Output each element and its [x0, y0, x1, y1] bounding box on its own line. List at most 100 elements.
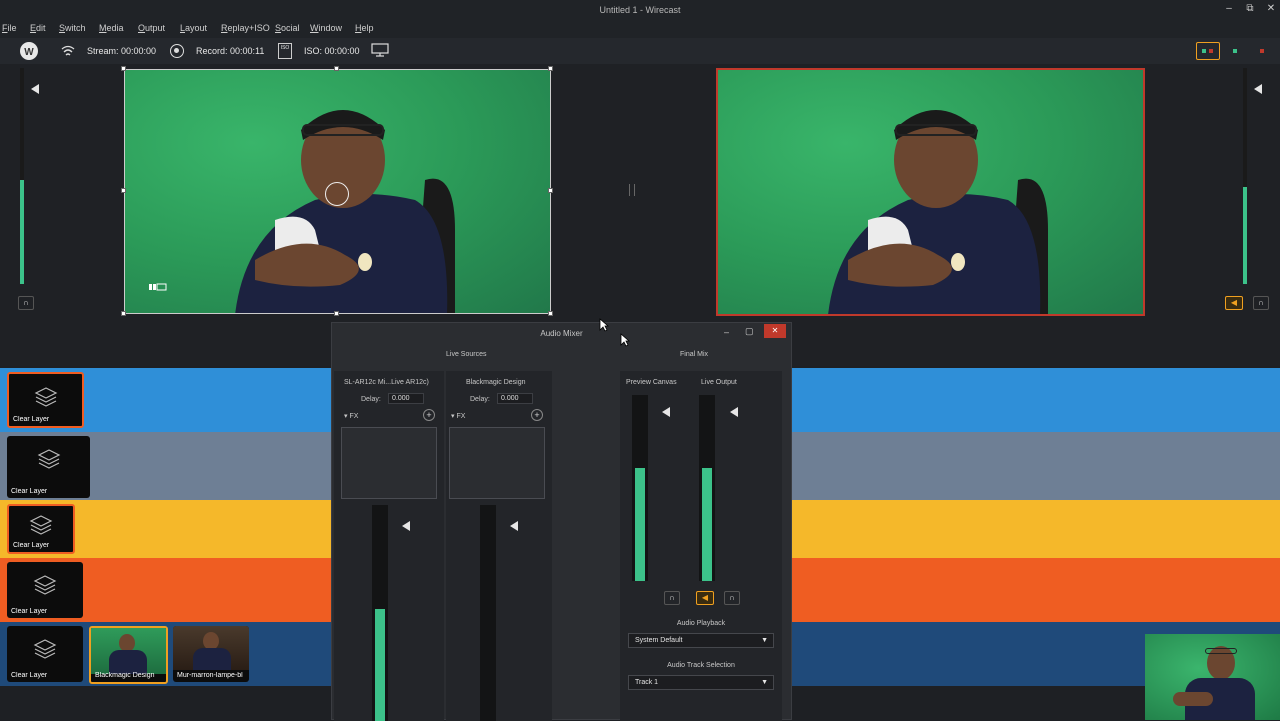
- preview-monitor-headphones-icon[interactable]: ∩: [664, 591, 680, 605]
- layout-live-button[interactable]: [1254, 43, 1270, 59]
- source-2-add-fx-icon[interactable]: +: [531, 409, 543, 421]
- menu-replay-iso[interactable]: Replay+ISO: [221, 23, 270, 33]
- live-speaker-icon[interactable]: ◀: [1225, 296, 1243, 310]
- menu-file[interactable]: File: [2, 23, 17, 33]
- preview-meter-level: [20, 180, 24, 284]
- record-button-icon[interactable]: [170, 44, 184, 58]
- shot-clear-layer-2[interactable]: Clear Layer: [7, 436, 90, 498]
- menu-social[interactable]: Social: [275, 23, 300, 33]
- source-badge-icon: [149, 278, 167, 291]
- preview-headphones-icon[interactable]: ∩: [18, 296, 34, 310]
- audio-mixer-title: Audio Mixer: [540, 329, 583, 338]
- menu-media[interactable]: Media: [99, 23, 124, 33]
- restore-button[interactable]: ⧉: [1243, 2, 1257, 16]
- source-1-add-fx-icon[interactable]: +: [423, 409, 435, 421]
- live-headphones-icon[interactable]: ∩: [1253, 296, 1269, 310]
- resize-handle-ml[interactable]: [121, 188, 126, 193]
- layout-preview-button[interactable]: [1227, 43, 1243, 59]
- audio-mixer-minimize[interactable]: –: [724, 327, 729, 337]
- shot-clear-layer-3[interactable]: Clear Layer: [7, 504, 75, 554]
- source-2-volume-slider-icon[interactable]: [510, 521, 518, 531]
- menu-bar: File Edit Switch Media Output Layout Rep…: [0, 20, 1280, 38]
- close-window-button[interactable]: ✕: [1264, 2, 1278, 16]
- preview-volume-slider-icon[interactable]: [31, 84, 39, 94]
- source-1-volume-slider-icon[interactable]: [402, 521, 410, 531]
- shot-label: Clear Layer: [13, 542, 50, 549]
- minimize-button[interactable]: –: [1222, 2, 1236, 16]
- webcam-overlay: [1145, 634, 1280, 720]
- shot-label: Clear Layer: [11, 488, 48, 495]
- shot-clear-layer-4[interactable]: Clear Layer: [7, 562, 83, 618]
- preview-canvas-volume-slider-icon[interactable]: [662, 407, 670, 417]
- toolbar: W Stream: 00:00:00 Record: 00:00:11 ISO …: [0, 38, 1280, 64]
- menu-help[interactable]: Help: [355, 23, 374, 33]
- live-output-volume-slider-icon[interactable]: [730, 407, 738, 417]
- monitor-icon[interactable]: [371, 43, 389, 57]
- layout-dual-button[interactable]: [1196, 42, 1220, 60]
- source-1-fx-label: FX: [349, 413, 359, 420]
- shot-blackmagic-design[interactable]: Blackmagic Design: [89, 626, 168, 684]
- resize-handle-mr[interactable]: [548, 188, 553, 193]
- source-2-delay-label: Delay:: [470, 396, 490, 403]
- window-title: Untitled 1 - Wirecast: [599, 5, 681, 15]
- resize-handle-tm[interactable]: [334, 66, 339, 71]
- resize-handle-bl[interactable]: [121, 311, 126, 316]
- mouse-cursor-icon-2: [620, 333, 631, 352]
- iso-record-icon[interactable]: ISO: [278, 43, 292, 59]
- source-2-delay-input[interactable]: 0.000: [497, 393, 533, 404]
- source-channel-2: Blackmagic Design Delay: 0.000 ▾ FX +: [446, 371, 552, 721]
- live-meter-level: [1243, 186, 1247, 284]
- layers-icon: [29, 515, 53, 535]
- menu-layout[interactable]: Layout: [180, 23, 207, 33]
- menu-window[interactable]: Window: [310, 23, 342, 33]
- audio-track-selection-label: Audio Track Selection: [667, 662, 735, 669]
- stream-wifi-icon[interactable]: [60, 43, 76, 59]
- live-output-label: Live Output: [701, 379, 737, 386]
- menu-switch[interactable]: Switch: [59, 23, 86, 33]
- layers-icon: [37, 449, 60, 469]
- stream-time: Stream: 00:00:00: [87, 46, 157, 56]
- audio-playback-dropdown[interactable]: System Default ▼: [628, 633, 774, 648]
- preview-audio-meter: [20, 68, 24, 284]
- split-divider-handle[interactable]: [629, 184, 635, 196]
- source-2-fx-toggle[interactable]: ▾ FX: [451, 412, 465, 420]
- audio-track-dropdown[interactable]: Track 1 ▼: [628, 675, 774, 690]
- mouse-cursor-icon: [599, 318, 610, 337]
- shot-thumbnail-image: [173, 626, 249, 670]
- title-bar: Untitled 1 - Wirecast – ⧉ ✕: [0, 0, 1280, 20]
- layers-icon: [33, 639, 57, 659]
- resize-handle-tr[interactable]: [548, 66, 553, 71]
- shot-mur-marron-lampe[interactable]: Mur-marron-lampe-bl: [173, 626, 249, 682]
- shot-clear-layer-5[interactable]: Clear Layer: [7, 626, 83, 682]
- source-2-fx-box[interactable]: [449, 427, 545, 499]
- transform-center-handle[interactable]: [325, 182, 349, 206]
- audio-mixer-titlebar[interactable]: Audio Mixer – ▢ ✕: [332, 323, 791, 343]
- resize-handle-tl[interactable]: [121, 66, 126, 71]
- live-output-headphones-icon[interactable]: ∩: [724, 591, 740, 605]
- audio-mixer-close[interactable]: ✕: [764, 324, 786, 338]
- preview-canvas[interactable]: [124, 69, 551, 314]
- audio-playback-label: Audio Playback: [676, 620, 726, 627]
- wirecast-logo-icon[interactable]: W: [20, 42, 38, 60]
- preview-canvas-meter: [632, 395, 648, 581]
- source-1-delay-input[interactable]: 0.000: [388, 393, 424, 404]
- source-1-fx-toggle[interactable]: ▾ FX: [344, 412, 358, 420]
- menu-edit[interactable]: Edit: [30, 23, 46, 33]
- shot-label: Clear Layer: [11, 672, 48, 679]
- audio-mixer-maximize[interactable]: ▢: [745, 326, 754, 337]
- source-1-fx-box[interactable]: [341, 427, 437, 499]
- source-2-fx-label: FX: [456, 413, 466, 420]
- source-channel-1: SL-AR12c Mi...Live AR12c) Delay: 0.000 ▾…: [334, 371, 444, 721]
- svg-text:W: W: [24, 47, 34, 58]
- resize-handle-br[interactable]: [548, 311, 553, 316]
- live-sources-label: Live Sources: [446, 351, 487, 358]
- record-time: Record: 00:00:11: [196, 46, 265, 56]
- live-output-speaker-icon[interactable]: ◀: [696, 591, 714, 605]
- resize-handle-bm[interactable]: [334, 311, 339, 316]
- live-audio-meter: [1243, 68, 1247, 284]
- shot-thumbnail-image: [91, 628, 166, 674]
- layers-icon: [34, 387, 57, 407]
- shot-clear-layer-1[interactable]: Clear Layer: [7, 372, 84, 428]
- menu-output[interactable]: Output: [138, 23, 165, 33]
- live-volume-slider-icon[interactable]: [1254, 84, 1262, 94]
